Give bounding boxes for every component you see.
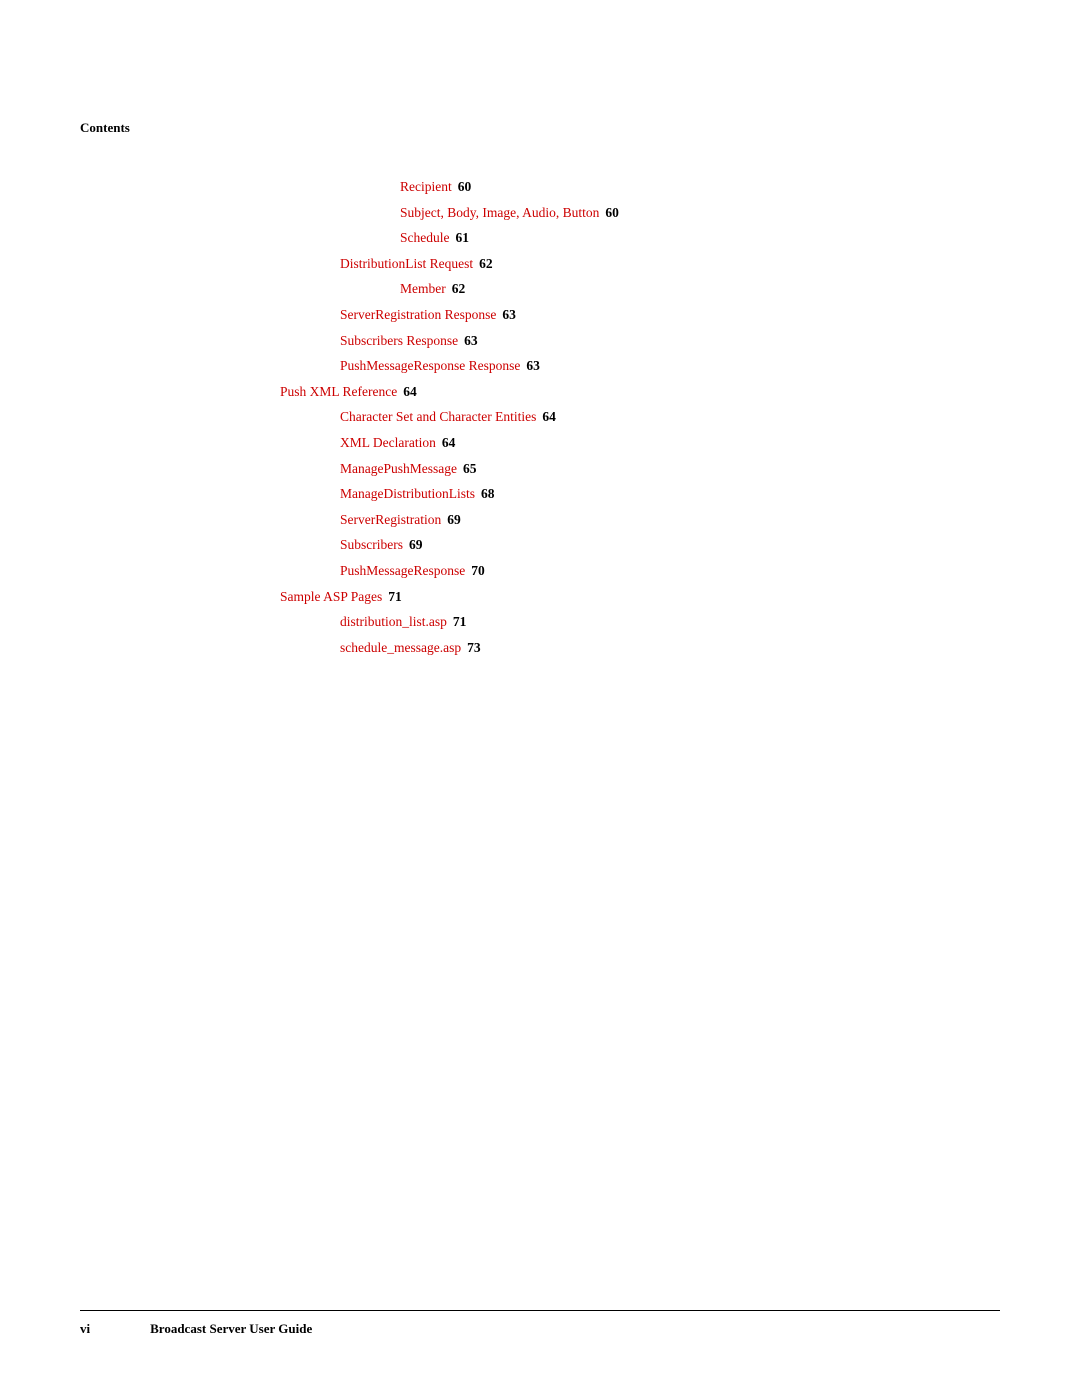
toc-item: distribution_list.asp 71	[280, 611, 1000, 633]
toc-item-text: XML Declaration	[340, 432, 436, 454]
toc-item-text: PushMessageResponse	[340, 560, 465, 582]
toc-item-text: Character Set and Character Entities	[340, 406, 536, 428]
toc-item-number: 71	[453, 611, 467, 633]
toc-item: ServerRegistration Response 63	[280, 304, 1000, 326]
toc-item-number: 60	[458, 176, 472, 198]
footer: vi Broadcast Server User Guide	[80, 1310, 1000, 1337]
toc-item-text: Subscribers	[340, 534, 403, 556]
toc-item-number: 62	[479, 253, 493, 275]
toc-item-text: schedule_message.asp	[340, 637, 461, 659]
toc-item: Push XML Reference 64	[280, 381, 1000, 403]
toc-item-number: 63	[502, 304, 516, 326]
toc-item-text: Schedule	[400, 227, 450, 249]
toc-item-number: 64	[442, 432, 456, 454]
toc-item-number: 64	[542, 406, 556, 428]
footer-book-title: Broadcast Server User Guide	[150, 1321, 312, 1337]
toc-item-text: ManagePushMessage	[340, 458, 457, 480]
toc-item: Subject, Body, Image, Audio, Button 60	[280, 202, 1000, 224]
toc-item-number: 68	[481, 483, 495, 505]
page: Contents Recipient60Subject, Body, Image…	[0, 0, 1080, 1397]
toc-item-number: 65	[463, 458, 477, 480]
toc-item-text: ManageDistributionLists	[340, 483, 475, 505]
toc-item-text: Sample ASP Pages	[280, 586, 382, 608]
toc-item: Member 62	[280, 278, 1000, 300]
toc-item: PushMessageResponse Response 63	[280, 355, 1000, 377]
toc-item-number: 70	[471, 560, 485, 582]
toc-item-number: 69	[447, 509, 461, 531]
toc-item-number: 71	[388, 586, 402, 608]
toc-item-number: 62	[452, 278, 466, 300]
toc-item-text: ServerRegistration	[340, 509, 441, 531]
toc-item: Recipient 60	[280, 176, 1000, 198]
toc-item: schedule_message.asp 73	[280, 637, 1000, 659]
toc-item-number: 60	[605, 202, 619, 224]
toc-item-text: Subscribers Response	[340, 330, 458, 352]
toc-container: Recipient60Subject, Body, Image, Audio, …	[80, 176, 1000, 658]
toc-item-number: 69	[409, 534, 423, 556]
toc-item-text: Member	[400, 278, 446, 300]
toc-item-text: Subject, Body, Image, Audio, Button	[400, 202, 599, 224]
toc-item: Subscribers 69	[280, 534, 1000, 556]
toc-item-number: 63	[464, 330, 478, 352]
toc-item: XML Declaration 64	[280, 432, 1000, 454]
toc-item: ManagePushMessage 65	[280, 458, 1000, 480]
toc-item: ManageDistributionLists 68	[280, 483, 1000, 505]
toc-item: DistributionList Request 62	[280, 253, 1000, 275]
toc-item: Character Set and Character Entities 64	[280, 406, 1000, 428]
toc-item-text: ServerRegistration Response	[340, 304, 496, 326]
toc-item: Subscribers Response 63	[280, 330, 1000, 352]
toc-item-text: Push XML Reference	[280, 381, 397, 403]
toc-item-text: DistributionList Request	[340, 253, 473, 275]
contents-heading: Contents	[80, 120, 1000, 136]
toc-item-number: 61	[456, 227, 470, 249]
toc-item-number: 73	[467, 637, 481, 659]
toc-item-number: 63	[526, 355, 540, 377]
toc-item-text: Recipient	[400, 176, 452, 198]
toc-item: Sample ASP Pages 71	[280, 586, 1000, 608]
toc-item: PushMessageResponse 70	[280, 560, 1000, 582]
toc-item: ServerRegistration 69	[280, 509, 1000, 531]
toc-item-text: distribution_list.asp	[340, 611, 447, 633]
toc-item-text: PushMessageResponse Response	[340, 355, 520, 377]
toc-item: Schedule 61	[280, 227, 1000, 249]
toc-item-number: 64	[403, 381, 417, 403]
footer-page-number: vi	[80, 1321, 90, 1337]
